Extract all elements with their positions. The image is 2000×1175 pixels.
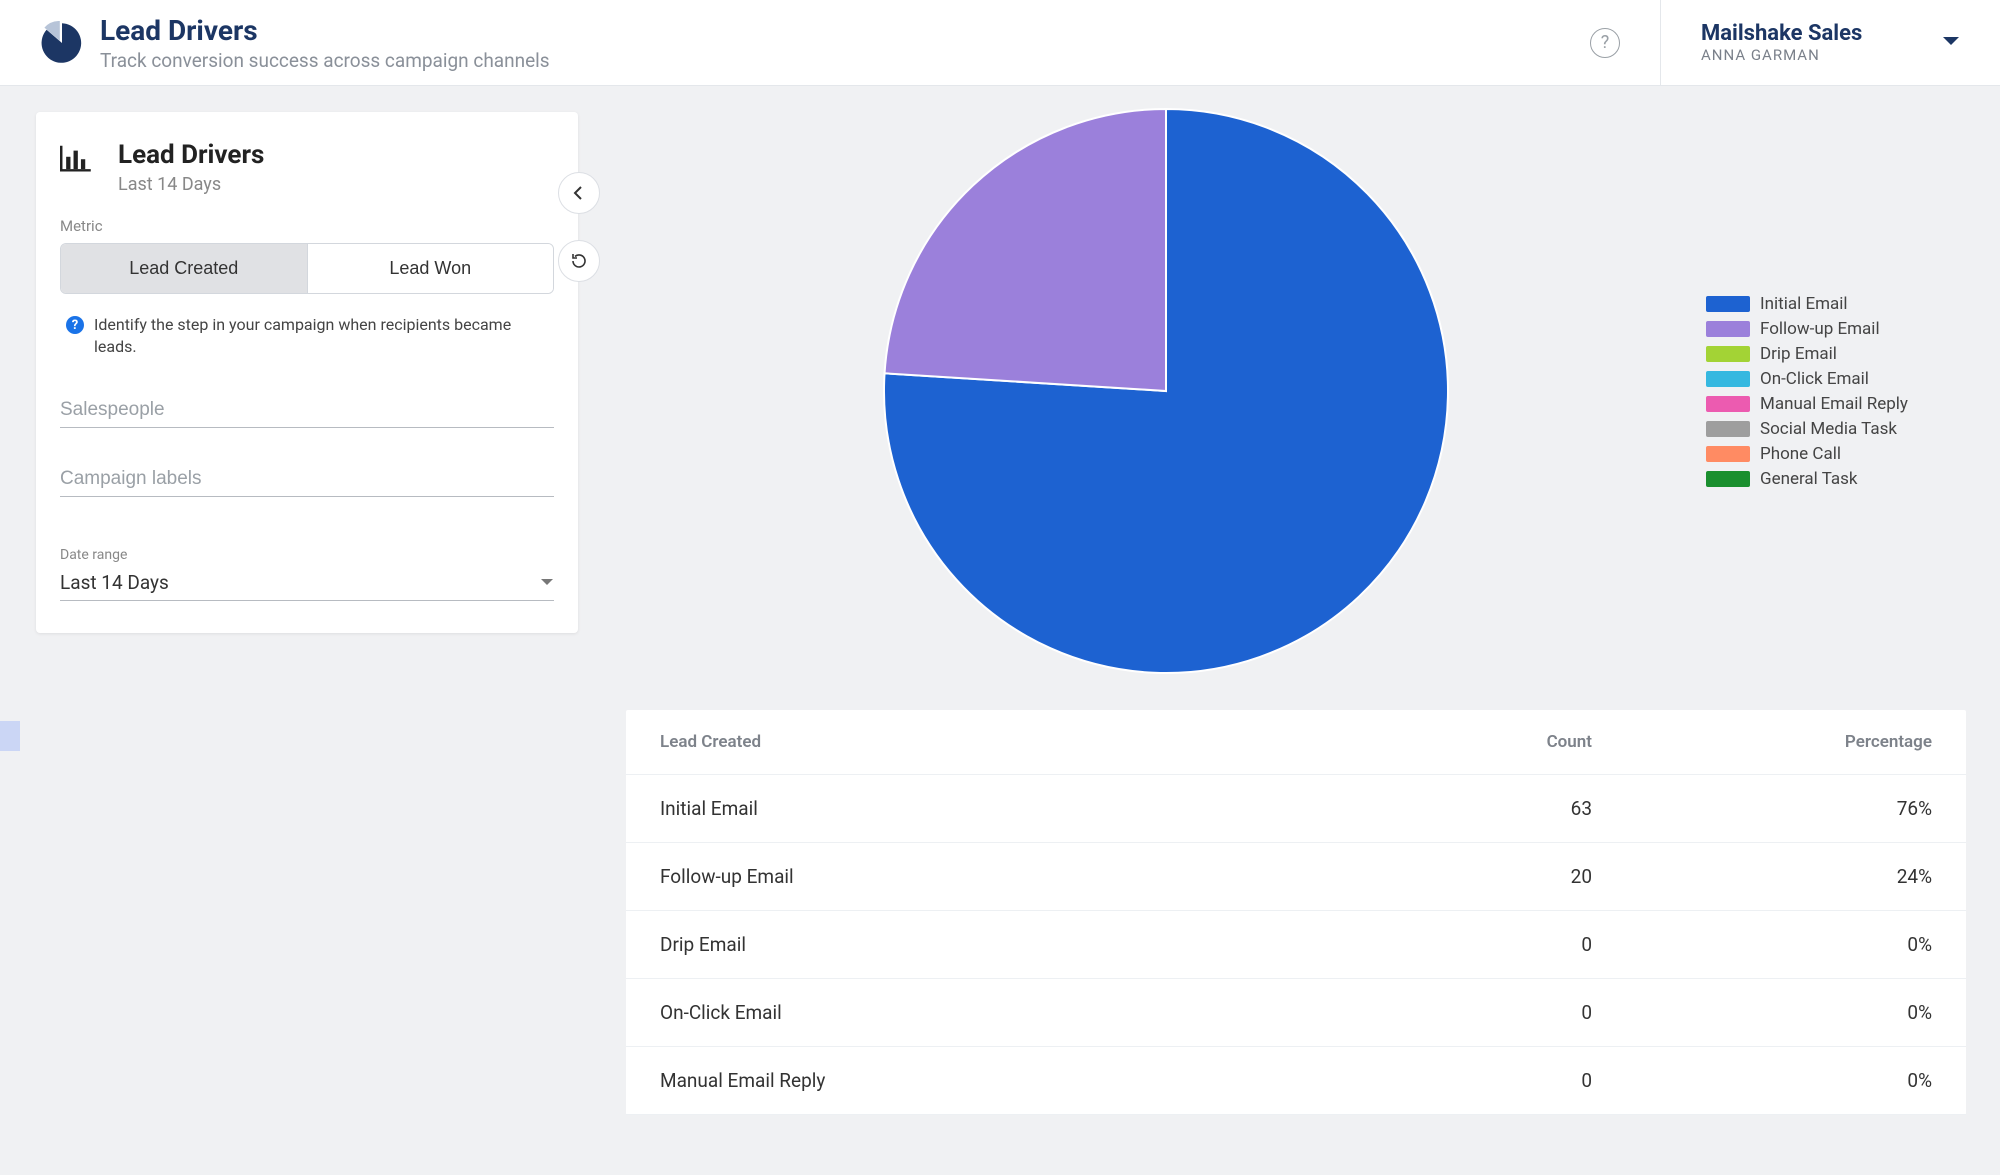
legend-swatch: [1706, 296, 1750, 312]
table-row[interactable]: Drip Email00%: [626, 911, 1966, 979]
legend-swatch: [1706, 396, 1750, 412]
legend-item[interactable]: Social Media Task: [1706, 419, 1966, 439]
salespeople-field[interactable]: [60, 399, 554, 428]
metric-hint-text: Identify the step in your campaign when …: [94, 314, 548, 359]
metric-label: Metric: [60, 217, 554, 235]
table-header: Lead Created Count Percentage: [626, 710, 1966, 775]
legend-item[interactable]: Follow-up Email: [1706, 319, 1966, 339]
cell-pct: 76%: [1592, 797, 1932, 820]
pie-slice[interactable]: [885, 109, 1166, 391]
content: Lead Drivers Last 14 Days Metric Lead Cr…: [0, 86, 2000, 1115]
salespeople-input[interactable]: [60, 399, 554, 421]
side-handle[interactable]: [0, 721, 20, 751]
cell-pct: 24%: [1592, 865, 1932, 888]
cell-label: Follow-up Email: [660, 865, 1392, 888]
topbar: Lead Drivers Track conversion success ac…: [0, 0, 2000, 86]
page-subtitle: Track conversion success across campaign…: [100, 49, 550, 72]
filters-panel: Lead Drivers Last 14 Days Metric Lead Cr…: [36, 112, 578, 633]
legend-item[interactable]: Initial Email: [1706, 294, 1966, 314]
panel-header-text: Lead Drivers Last 14 Days: [118, 140, 264, 195]
cell-pct: 0%: [1592, 1069, 1932, 1092]
legend-item[interactable]: General Task: [1706, 469, 1966, 489]
date-range-label: Date range: [60, 547, 554, 563]
account-name: Mailshake Sales: [1701, 21, 1862, 46]
legend-label: Initial Email: [1760, 294, 1848, 314]
panel-header: Lead Drivers Last 14 Days: [60, 140, 554, 195]
collapse-panel-button[interactable]: [558, 172, 600, 214]
legend-label: Drip Email: [1760, 344, 1837, 364]
help-icon[interactable]: ?: [1590, 28, 1620, 58]
date-range-value: Last 14 Days: [60, 571, 169, 594]
info-icon[interactable]: ?: [66, 316, 84, 334]
legend-label: Social Media Task: [1760, 419, 1897, 439]
pie-chart: [626, 106, 1706, 676]
account-text: Mailshake Sales ANNA GARMAN: [1701, 21, 1862, 64]
cell-count: 0: [1392, 933, 1592, 956]
cell-label: Manual Email Reply: [660, 1069, 1392, 1092]
panel-title: Lead Drivers: [118, 140, 264, 170]
legend-label: Follow-up Email: [1760, 319, 1880, 339]
col-count: Count: [1392, 732, 1592, 752]
title-block: Lead Drivers Track conversion success ac…: [100, 14, 550, 72]
caret-down-icon: [1942, 32, 1960, 53]
col-lead-created: Lead Created: [660, 732, 1392, 752]
main-area: Initial Email Follow-up Email Drip Email On…: [578, 86, 2000, 1115]
legend-swatch: [1706, 471, 1750, 487]
chart-legend: Initial Email Follow-up Email Drip Email On…: [1706, 289, 1966, 494]
account-switcher[interactable]: Mailshake Sales ANNA GARMAN: [1660, 0, 2000, 85]
refresh-button[interactable]: [558, 240, 600, 282]
legend-label: On-Click Email: [1760, 369, 1869, 389]
cell-label: On-Click Email: [660, 1001, 1392, 1024]
cell-count: 20: [1392, 865, 1592, 888]
seg-lead-created[interactable]: Lead Created: [61, 244, 307, 293]
table-row[interactable]: On-Click Email00%: [626, 979, 1966, 1047]
legend-item[interactable]: Phone Call: [1706, 444, 1966, 464]
date-range-select[interactable]: Last 14 Days: [60, 563, 554, 601]
cell-pct: 0%: [1592, 933, 1932, 956]
campaign-labels-input[interactable]: [60, 468, 554, 490]
col-percentage: Percentage: [1592, 732, 1932, 752]
account-user: ANNA GARMAN: [1701, 46, 1862, 64]
chevron-down-icon: [540, 572, 554, 593]
cell-count: 0: [1392, 1069, 1592, 1092]
seg-lead-won[interactable]: Lead Won: [307, 244, 554, 293]
legend-swatch: [1706, 321, 1750, 337]
metric-segmented: Lead Created Lead Won: [60, 243, 554, 294]
cell-pct: 0%: [1592, 1001, 1932, 1024]
results-table: Lead Created Count Percentage Initial Em…: [626, 710, 1966, 1115]
topbar-left: Lead Drivers Track conversion success ac…: [40, 14, 1590, 72]
table-row[interactable]: Initial Email6376%: [626, 775, 1966, 843]
table-row[interactable]: Manual Email Reply00%: [626, 1047, 1966, 1115]
chart-row: Initial Email Follow-up Email Drip Email On…: [626, 106, 1966, 676]
page-title: Lead Drivers: [100, 14, 550, 47]
cell-label: Drip Email: [660, 933, 1392, 956]
legend-swatch: [1706, 421, 1750, 437]
legend-swatch: [1706, 346, 1750, 362]
legend-swatch: [1706, 371, 1750, 387]
panel-subtitle: Last 14 Days: [118, 174, 264, 195]
legend-item[interactable]: Drip Email: [1706, 344, 1966, 364]
bar-chart-icon: [60, 144, 100, 177]
legend-label: General Task: [1760, 469, 1858, 489]
legend-item[interactable]: On-Click Email: [1706, 369, 1966, 389]
cell-count: 0: [1392, 1001, 1592, 1024]
table-row[interactable]: Follow-up Email2024%: [626, 843, 1966, 911]
metric-hint: ? Identify the step in your campaign whe…: [60, 314, 554, 359]
cell-count: 63: [1392, 797, 1592, 820]
legend-label: Phone Call: [1760, 444, 1841, 464]
legend-label: Manual Email Reply: [1760, 394, 1908, 414]
legend-item[interactable]: Manual Email Reply: [1706, 394, 1966, 414]
campaign-labels-field[interactable]: [60, 468, 554, 497]
pie-chart-logo-icon: [40, 21, 84, 65]
cell-label: Initial Email: [660, 797, 1392, 820]
legend-swatch: [1706, 446, 1750, 462]
